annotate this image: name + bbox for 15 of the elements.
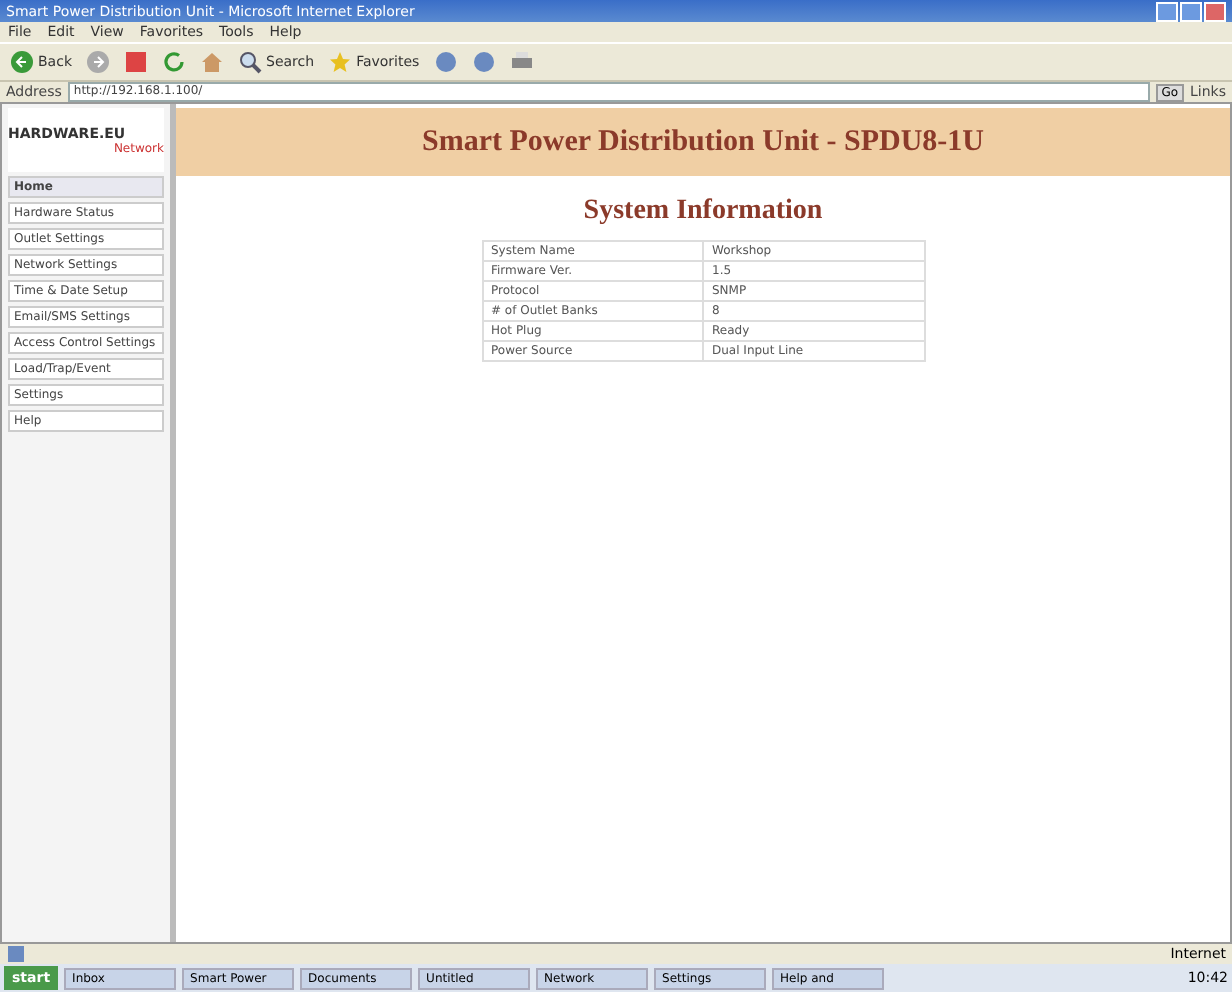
section-title: System Information: [583, 196, 823, 228]
page-icon: [6, 944, 26, 964]
toolbar-button[interactable]: [82, 48, 114, 76]
house-icon: [200, 50, 224, 74]
toolbar-button[interactable]: [158, 48, 190, 76]
star-icon: [328, 50, 353, 74]
toolbar-button[interactable]: [120, 48, 152, 76]
minimize-button[interactable]: [1156, 1, 1178, 21]
close-button[interactable]: [1204, 1, 1226, 21]
printer-icon: [509, 50, 534, 74]
stop-icon: [124, 50, 148, 74]
page-header: Smart Power Distribution Unit - SPDU8-1U: [422, 125, 984, 159]
refresh-icon: [162, 50, 186, 74]
maximize-button[interactable]: [1180, 1, 1202, 21]
search-icon: [238, 50, 262, 74]
